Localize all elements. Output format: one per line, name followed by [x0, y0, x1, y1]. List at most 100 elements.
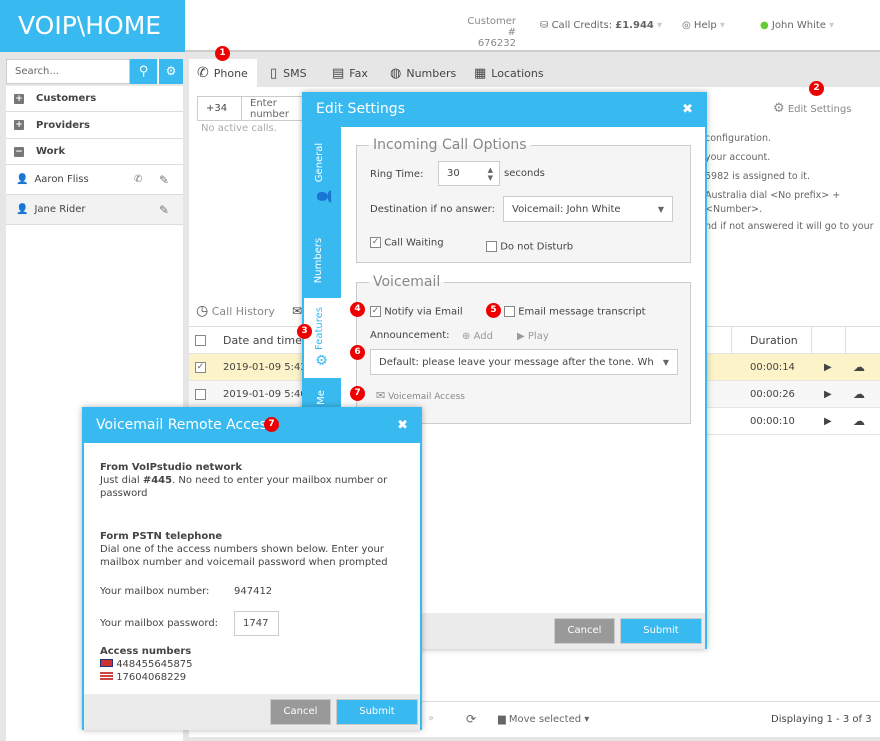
callout-badge: 1	[215, 46, 230, 61]
number-input[interactable]: Enter number	[241, 96, 311, 121]
destination-select[interactable]: Voicemail: John White ▼	[503, 196, 673, 222]
mailbox-number: 947412	[234, 586, 273, 597]
callout-badge: 7	[350, 386, 365, 401]
phone-icon: ✆	[197, 65, 209, 81]
collapse-icon: −	[14, 146, 24, 157]
add-announcement-button[interactable]: ⊕ Add	[462, 331, 493, 342]
edit-icon[interactable]: ✎	[159, 173, 169, 187]
tab-sms[interactable]: ▯ SMS	[262, 59, 315, 87]
folder-icon: ▆	[498, 714, 506, 725]
mobile-icon: ▯	[270, 65, 278, 81]
destination-label: Destination if no answer:	[370, 204, 495, 215]
tab-numbers[interactable]: ◍ Numbers	[382, 59, 464, 87]
contact-aaron-fliss[interactable]: 👤 Aaron Fliss ✆ ✎	[6, 165, 183, 195]
group-providers[interactable]: + Providers	[6, 112, 183, 139]
contact-jane-rider[interactable]: 👤 Jane Rider ✎	[6, 195, 183, 225]
user-icon: 👤	[16, 204, 29, 215]
col-duration[interactable]: Duration	[731, 327, 812, 354]
callout-badge: 3	[297, 324, 312, 339]
close-icon[interactable]: ✖	[682, 94, 693, 125]
transcript-checkbox[interactable]: Email message transcript	[504, 306, 646, 318]
tab-locations[interactable]: ▦ Locations	[466, 59, 552, 87]
customer-number: Customer #676232	[467, 16, 516, 49]
tab-fax[interactable]: ▤ Fax	[324, 59, 376, 87]
search-icon[interactable]: ⚲	[130, 59, 157, 84]
search-input[interactable]: Search...	[6, 59, 130, 84]
country-prefix-input[interactable]: +34	[197, 96, 242, 121]
fax-history-icon[interactable]: ✉	[292, 304, 302, 318]
tab-phone[interactable]: ✆ Phone	[189, 59, 257, 87]
row-checkbox[interactable]: ✓	[195, 361, 206, 373]
gears-icon: ⚙	[314, 353, 331, 367]
edit-icon[interactable]: ✎	[159, 203, 169, 217]
submit-button[interactable]: Submit	[336, 699, 418, 725]
access-numbers: Access numbers 448455645875 17604068229	[100, 646, 193, 683]
fax-icon: ▤	[332, 65, 345, 81]
no-calls-text: No active calls.	[201, 123, 277, 134]
play-icon[interactable]: ▶	[824, 389, 832, 400]
callout-badge: 6	[350, 345, 365, 360]
user-menu[interactable]: ● John White ▾	[760, 20, 834, 31]
user-icon: 👤	[317, 188, 333, 205]
password-input[interactable]: 1747	[234, 611, 279, 636]
building-icon: ▦	[474, 65, 487, 81]
plus-circle-icon: ⊕	[462, 331, 471, 342]
mailbox-label: Your mailbox number:	[100, 586, 210, 597]
side-tab-general[interactable]: General 👤	[304, 127, 341, 217]
group-customers[interactable]: + Customers	[6, 86, 183, 112]
voicemail-remote-access-modal: Voicemail Remote Access ✖ From VoIPstudio…	[82, 407, 422, 730]
help-menu[interactable]: ◎ Help ▾	[682, 20, 725, 31]
ring-time-stepper[interactable]: 30 ▲ ▼	[438, 161, 500, 186]
phone-icon[interactable]: ✆	[134, 174, 142, 185]
expand-icon: +	[14, 120, 24, 130]
tab-call-history[interactable]: ◷ Call History	[196, 303, 275, 319]
play-icon[interactable]: ▶	[824, 362, 832, 373]
call-credits[interactable]: ⛁ Call Credits: £1.944 ▾	[540, 20, 662, 31]
password-label: Your mailbox password:	[100, 618, 219, 629]
call-waiting-checkbox[interactable]: ✓ Call Waiting	[370, 237, 444, 249]
side-tab-features[interactable]: Features ⚙	[304, 298, 341, 378]
callout-badge: 2	[809, 81, 824, 96]
envelope-icon: ✉	[376, 389, 386, 402]
select-all-checkbox[interactable]	[195, 334, 206, 346]
callout-badge: 5	[486, 303, 501, 318]
play-icon: ▶	[517, 331, 525, 342]
pstn-info: Form PSTN telephone Dial one of the acces…	[100, 531, 388, 568]
play-announcement-button[interactable]: ▶ Play	[517, 331, 549, 342]
dnd-checkbox[interactable]: Do not Disturb	[486, 241, 573, 253]
lifebuoy-icon: ◎	[682, 20, 691, 31]
close-icon[interactable]: ✖	[397, 409, 408, 442]
group-work[interactable]: − Work	[6, 139, 183, 165]
us-flag-icon	[100, 672, 113, 680]
cancel-button[interactable]: Cancel	[554, 618, 615, 644]
announcement-label: Announcement:	[370, 330, 450, 341]
user-icon: 👤	[16, 174, 29, 185]
last-page-icon[interactable]: »	[428, 713, 434, 724]
callout-badge: 7	[264, 417, 279, 432]
play-icon[interactable]: ▶	[824, 416, 832, 427]
gears-icon: ⚙	[773, 101, 785, 116]
download-icon[interactable]: ☁	[853, 360, 865, 374]
move-selected-button[interactable]: ▆ Move selected ▾	[498, 714, 589, 725]
download-icon[interactable]: ☁	[853, 387, 865, 401]
network-info: From VoIPstudio network Just dial #445. N…	[100, 462, 388, 499]
uk-flag-icon	[100, 659, 113, 667]
cancel-button[interactable]: Cancel	[270, 699, 331, 725]
edit-settings-link[interactable]: ⚙ Edit Settings	[773, 101, 851, 116]
callout-badge: 4	[350, 302, 365, 317]
download-icon[interactable]: ☁	[853, 414, 865, 428]
status-dot-icon: ●	[760, 20, 769, 31]
refresh-icon[interactable]: ⟳	[466, 712, 476, 726]
displaying-count: Displaying 1 - 3 of 3	[771, 714, 872, 725]
announcement-select[interactable]: Default: please leave your message after…	[370, 349, 678, 375]
seconds-label: seconds	[504, 168, 545, 179]
expand-icon: +	[14, 93, 24, 104]
submit-button[interactable]: Submit	[620, 618, 702, 644]
voicemail-access-link[interactable]: ✉ Voicemail Access	[376, 389, 465, 402]
notify-email-checkbox[interactable]: ✓ Notify via Email	[370, 306, 463, 318]
logo[interactable]: VOIP\HOME	[0, 0, 185, 52]
col-date[interactable]: Date and time	[223, 334, 302, 347]
gear-icon[interactable]: ⚙	[158, 59, 183, 84]
row-checkbox[interactable]	[195, 388, 206, 400]
coins-icon: ⛁	[540, 20, 549, 31]
